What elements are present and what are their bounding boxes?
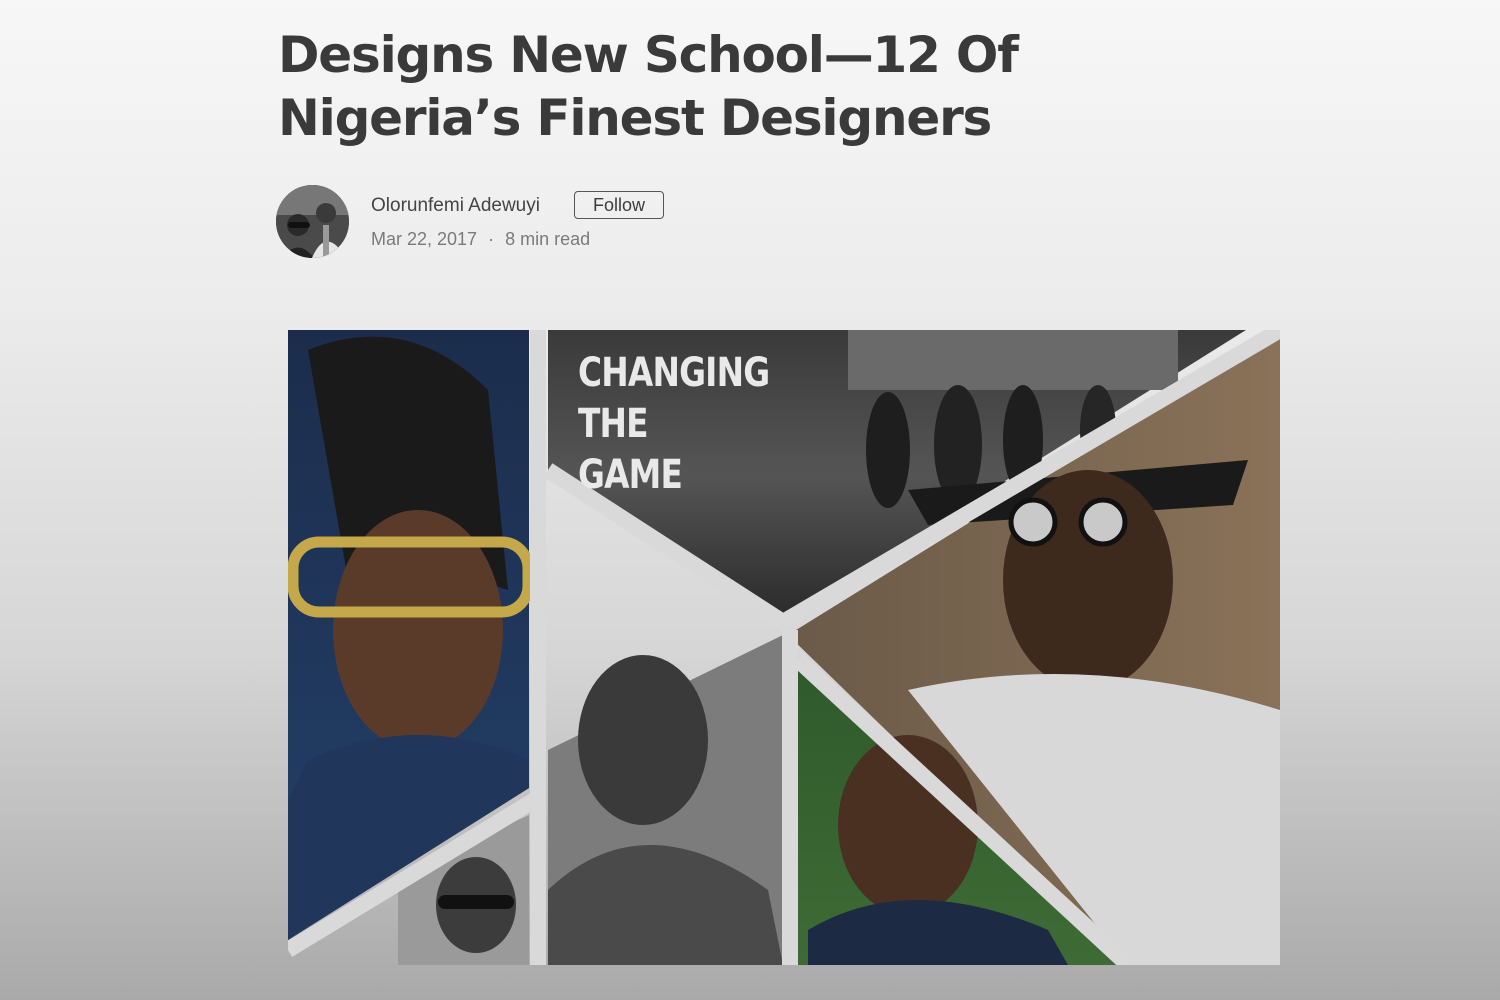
author-name[interactable]: Olorunfemi Adewuyi [371,195,540,217]
read-time: 8 min read [505,229,591,249]
meta-separator: · [488,229,495,249]
follow-button[interactable]: Follow [574,191,664,219]
hero-headline-line: GAME [578,452,683,498]
hero-headline-line: THE [578,401,649,447]
hero-headline-line: CHANGING [578,350,770,396]
author-avatar[interactable] [276,185,349,258]
avatar-photo-icon [276,185,349,258]
publish-date: Mar 22, 2017 [371,229,478,249]
hero-image: CHANGING THE GAME [288,330,1280,965]
article-title: Designs New School—12 Of Nigeria’s Fines… [278,26,1019,147]
hero-collage [288,330,1280,965]
hero-headline: CHANGING THE GAME [578,348,770,501]
article-meta: Mar 22, 2017 · 8 min read [371,229,590,250]
portrait-man-scarf [548,635,783,965]
